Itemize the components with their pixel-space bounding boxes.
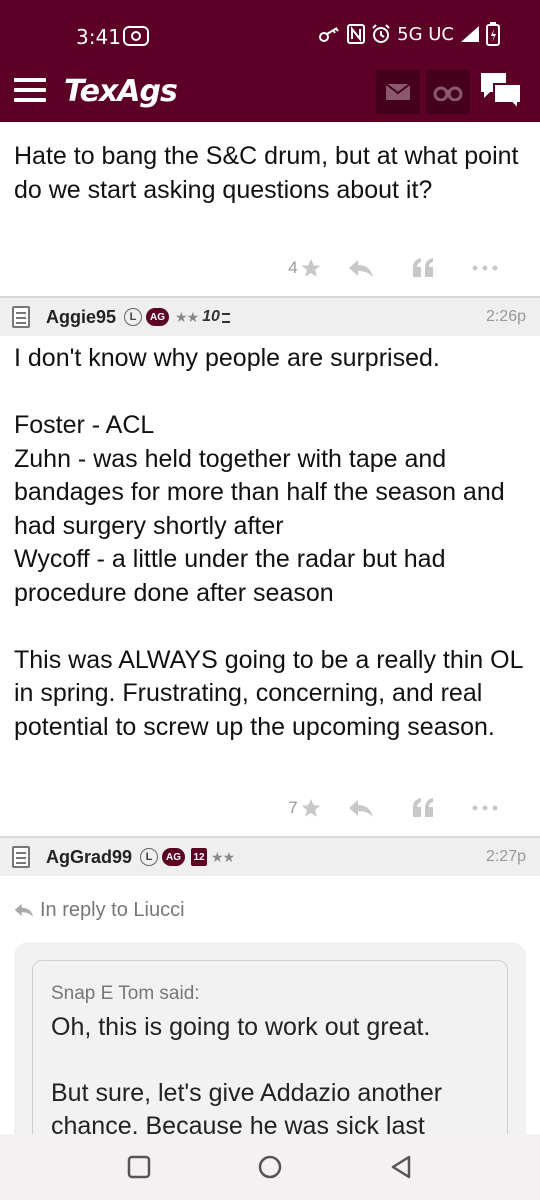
nav-bar: TexAgs [0,62,540,122]
notepad-icon [12,306,30,328]
quote-icon [413,258,433,277]
chat-button[interactable] [478,70,528,114]
home-icon[interactable] [256,1153,284,1181]
nfc-icon [347,24,366,44]
network-label: 5G UC [397,23,454,45]
badge-l: L [124,308,143,326]
post-username[interactable]: AgGrad99 [46,847,132,868]
reply-button[interactable] [330,798,392,818]
system-nav-bar [0,1134,540,1200]
post-username[interactable]: Aggie95 [46,307,116,328]
mail-button[interactable] [376,70,420,114]
battery-icon [486,22,500,46]
badge-10: 10 [202,308,220,325]
more-button[interactable] [454,265,516,271]
reply-icon [349,260,373,277]
badge-lines-icon [221,313,230,323]
rating-count: 7 [288,797,298,817]
more-button[interactable] [454,805,516,811]
notepad-icon [12,846,30,868]
signal-icon [461,26,479,42]
rate-button[interactable]: 7 [280,797,330,819]
mail-icon [385,83,411,100]
post-actions: 7 [0,779,540,836]
post: Aggie95 L AG ★★ 10 2:26p I don't know wh… [0,296,540,836]
post-body: Hate to bang the S&C drum, but at what p… [14,142,519,204]
more-icon [472,265,498,271]
post-header: Aggie95 L AG ★★ 10 2:26p [0,296,540,336]
quote-icon [413,797,433,817]
post-time: 2:26p [485,308,526,325]
post-time: 2:27p [485,848,526,865]
post: AgGrad99 L AG 12 ★★ 2:27p In reply to Li… [0,836,540,1190]
quote-text: Oh, this is going to work out great. But… [51,1013,443,1140]
star-icon [301,798,320,817]
recents-icon[interactable] [126,1154,152,1180]
badge-ag: AG [162,848,186,866]
status-time: 3:41 [76,25,121,49]
post-actions: 4 [0,240,540,296]
rating-count: 4 [288,258,298,277]
binoculars-icon [433,86,463,101]
stars-badge: ★★ [211,848,235,865]
app-logo[interactable]: TexAgs [64,74,178,109]
key-icon [319,27,339,42]
watch-button[interactable] [426,70,470,114]
quote-button[interactable] [392,258,454,278]
badge-12: 12 [191,848,208,866]
rate-button[interactable]: 4 [280,257,330,279]
post: Hate to bang the S&C drum, but at what p… [0,122,540,296]
app-header: 3:41 5G UC TexAgs [0,0,540,122]
status-bar: 3:41 5G UC [0,0,540,70]
quote-author: Snap E Tom said: [51,983,200,1004]
reply-icon [14,903,34,917]
star-icon [301,258,320,277]
screen-record-icon [123,26,149,46]
status-icons: 5G UC [319,22,500,46]
post-body: I don't know why people are surprised. F… [14,344,523,741]
badge-ag: AG [146,308,170,326]
reply-icon [349,799,373,817]
more-icon [472,805,498,810]
alarm-icon [372,24,390,43]
reply-to-text: In reply to Liucci [40,898,185,921]
post-header: AgGrad99 L AG 12 ★★ 2:27p [0,836,540,876]
reply-to-link[interactable]: In reply to Liucci [0,876,540,928]
badge-l: L [140,848,159,866]
quote-button[interactable] [392,797,454,818]
thread-content: Hate to bang the S&C drum, but at what p… [0,122,540,1190]
menu-icon[interactable] [14,78,46,102]
back-icon[interactable] [388,1154,414,1180]
stars-badge: ★★ [175,308,199,325]
chat-icon [481,73,522,112]
reply-button[interactable] [330,258,392,278]
